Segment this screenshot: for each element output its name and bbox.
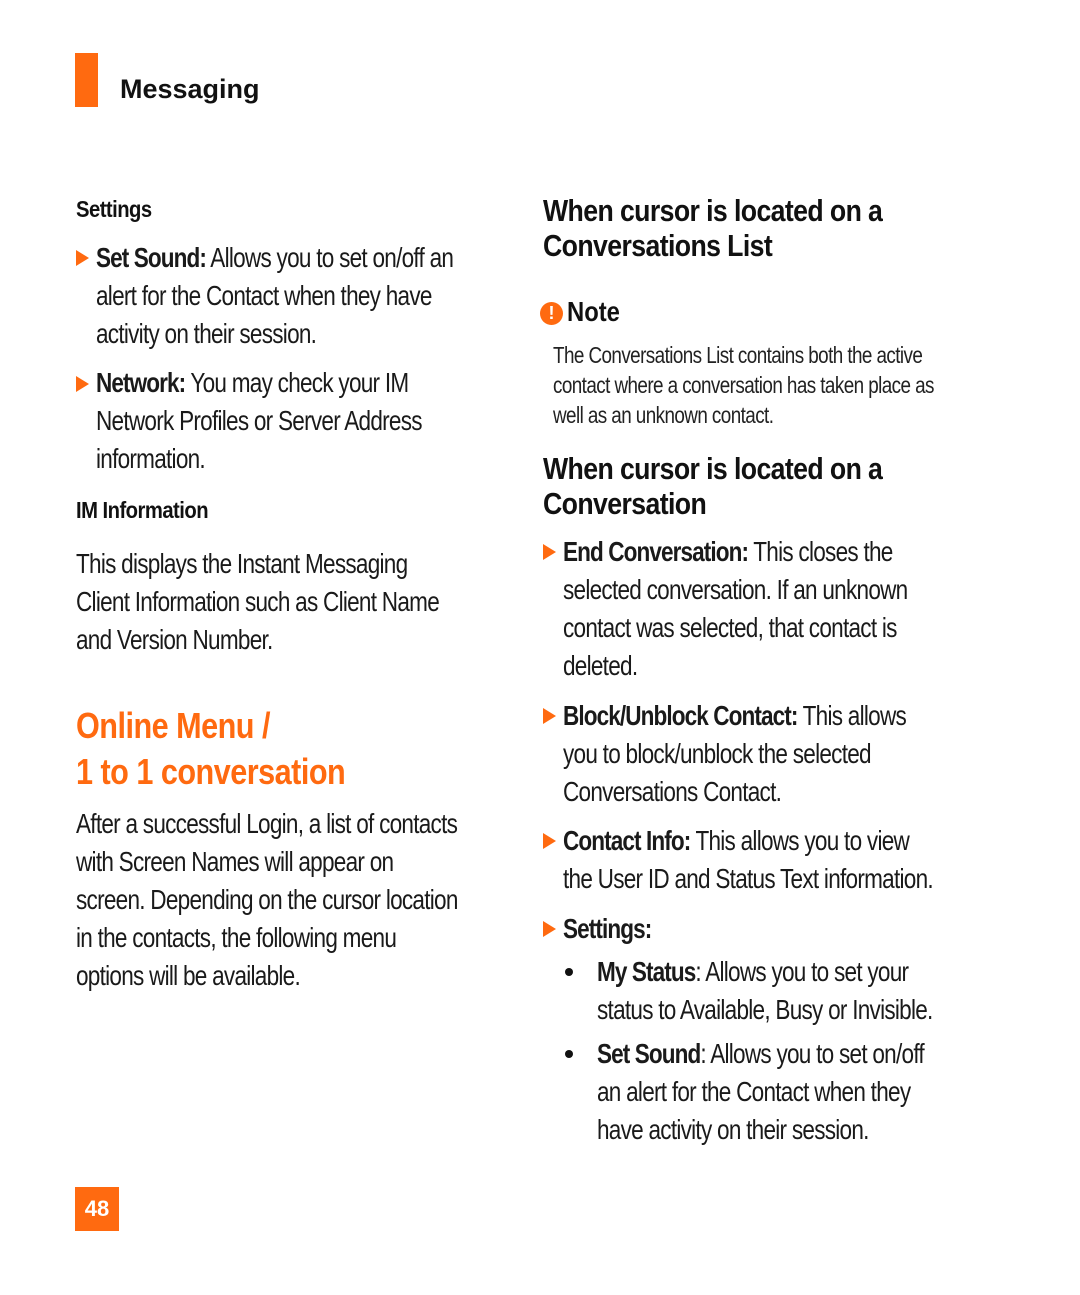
section-marker (75, 53, 98, 107)
heading-line: 1 to 1 conversation (76, 751, 346, 792)
item-term: Set Sound: (96, 242, 207, 273)
item-text: deleted. (563, 650, 638, 681)
bullet-arrow-icon (543, 833, 556, 849)
item-text: have activity on their session. (597, 1114, 869, 1145)
item-text: Conversations Contact. (563, 776, 782, 807)
item-text: You may check your IM (185, 367, 409, 398)
item-term: Contact Info: (563, 825, 691, 856)
item-text: This closes the (748, 536, 893, 567)
text-line: Client Information such as Client Name (76, 586, 440, 617)
item-term: My Status (597, 956, 696, 987)
exclamation-icon: ! (540, 302, 563, 325)
item-term: Network: (96, 367, 186, 398)
item-text: alert for the Contact when they have (96, 280, 432, 311)
item-term: Block/Unblock Contact: (563, 700, 798, 731)
heading-line: Online Menu / (76, 705, 270, 746)
heading-line: Conversations List (543, 228, 773, 263)
text-line: options will be available. (76, 960, 301, 991)
bullet-arrow-icon (543, 921, 556, 937)
item-text: Allows you to set on/off an (205, 242, 454, 273)
item-text: activity on their session. (96, 318, 317, 349)
item-text: contact was selected, that contact is (563, 612, 897, 643)
text-line: The Conversations List contains both the… (553, 342, 923, 368)
bullet-dot-icon (565, 968, 573, 976)
conversations-list-heading: When cursor is located on a Conversation… (543, 193, 883, 263)
text-line: with Screen Names will appear on (76, 846, 394, 877)
item-text: Network Profiles or Server Address (96, 405, 423, 436)
heading-line: When cursor is located on a (543, 451, 883, 486)
bullet-dot-icon (565, 1050, 573, 1058)
text-line: screen. Depending on the cursor location (76, 884, 458, 915)
text-line: well as an unknown contact. (553, 402, 774, 428)
item-text: an alert for the Contact when they (597, 1076, 911, 1107)
item-text: status to Available, Busy or Invisible. (597, 994, 933, 1025)
item-text: selected conversation. If an unknown (563, 574, 908, 605)
text-line: and Version Number. (76, 624, 273, 655)
bullet-arrow-icon (76, 376, 89, 392)
item-term: Set Sound (597, 1038, 701, 1069)
item-text: This allows (797, 700, 907, 731)
item-text: the User ID and Status Text information. (563, 863, 934, 894)
settings-heading: Settings (76, 196, 152, 222)
bullet-arrow-icon (76, 250, 89, 266)
bullet-arrow-icon (543, 544, 556, 560)
im-information-heading: IM Information (76, 497, 209, 523)
im-information-text: This displays the Instant Messaging Clie… (76, 545, 440, 659)
item-term: End Conversation: (563, 536, 749, 567)
note-label: Note (567, 296, 620, 327)
text-line: contact where a conversation has taken p… (553, 372, 934, 398)
text-line: After a successful Login, a list of cont… (76, 808, 458, 839)
item-text: information. (96, 443, 206, 474)
item-text: : Allows you to set on/off (700, 1038, 924, 1069)
text-line: in the contacts, the following menu (76, 922, 397, 953)
heading-line: When cursor is located on a (543, 193, 883, 228)
item-text: : Allows you to set your (695, 956, 909, 987)
page-number: 48 (75, 1187, 119, 1231)
note-text: The Conversations List contains both the… (553, 340, 934, 430)
text-line: This displays the Instant Messaging (76, 548, 408, 579)
heading-line: Conversation (543, 486, 707, 521)
conversation-heading: When cursor is located on a Conversation (543, 451, 883, 521)
online-menu-text: After a successful Login, a list of cont… (76, 805, 458, 995)
bullet-arrow-icon (543, 708, 556, 724)
online-menu-heading: Online Menu / 1 to 1 conversation (76, 703, 346, 795)
section-title: Messaging (120, 74, 260, 104)
item-text: you to block/unblock the selected (563, 738, 872, 769)
item-text: This allows you to view (690, 825, 910, 856)
item-term: Settings: (563, 913, 652, 944)
